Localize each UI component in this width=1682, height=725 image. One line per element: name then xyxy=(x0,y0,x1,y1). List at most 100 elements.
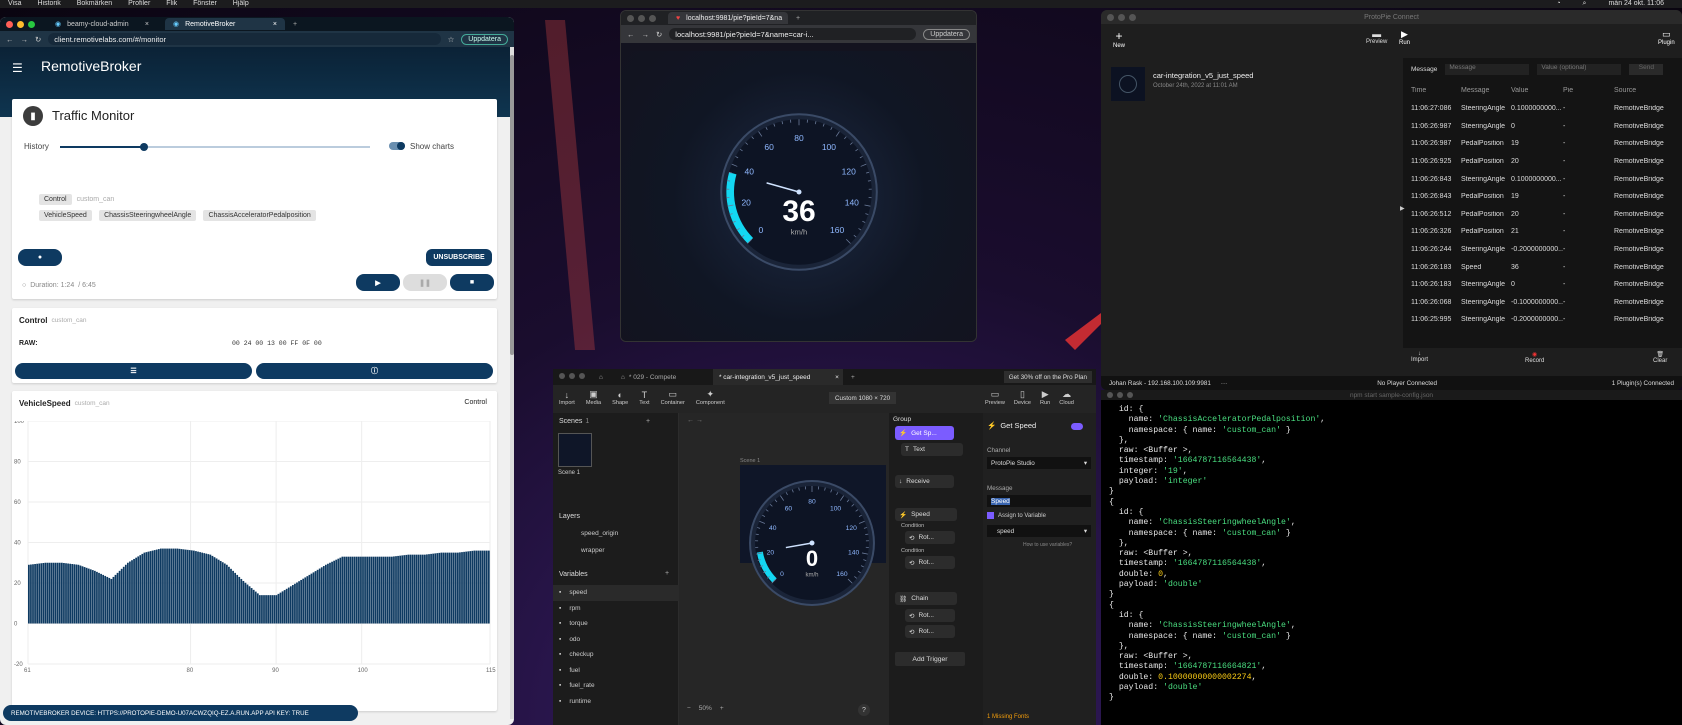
variable-runtime[interactable]: ▪ runtime xyxy=(553,694,679,710)
history-slider-knob[interactable] xyxy=(139,143,148,151)
menu-hjalp[interactable]: Hjälp xyxy=(233,0,249,7)
tool-preview[interactable]: ▭ Preview xyxy=(985,389,1005,406)
menu-flik[interactable]: Flik xyxy=(166,0,177,7)
canvas-size-select[interactable]: Custom 1080 × 720 xyxy=(829,392,897,404)
studio-tab-car-integration[interactable]: * car-integration_v5_just_speed × xyxy=(712,369,843,385)
menu-profiler[interactable]: Profiler xyxy=(128,0,150,7)
tool-media[interactable]: ▣ Media xyxy=(586,389,601,406)
tool-device[interactable]: ▯ Device xyxy=(1014,389,1031,406)
page-scrollbar[interactable] xyxy=(510,47,514,719)
assign-variable-row[interactable]: Assign to Variable xyxy=(987,512,1046,519)
clear-button[interactable]: 🗑 Clear xyxy=(1653,351,1667,364)
signal-chip[interactable]: ChassisAcceleratorPedalposition xyxy=(203,210,316,221)
add-scene-icon[interactable]: + xyxy=(646,418,650,425)
collapse-arrow-icon[interactable]: ▶ xyxy=(1400,205,1405,212)
log-row[interactable]: 11:06:26:326 PedalPosition 21 - RemotiveBrid… xyxy=(1411,223,1674,241)
plugin-button[interactable]: ▭ Plugin xyxy=(1658,29,1675,46)
log-row[interactable]: 11:06:26:512 PedalPosition 20 - RemotiveBrid… xyxy=(1411,206,1674,224)
send-button[interactable]: Send xyxy=(1629,64,1664,75)
log-row[interactable]: 11:06:26:925 PedalPosition 20 - RemotiveBrid… xyxy=(1411,153,1674,171)
response-rotate[interactable]: ⟲ Rot... xyxy=(905,625,955,638)
new-tab-button[interactable]: + xyxy=(796,15,800,22)
log-row[interactable]: 11:06:26:068 SteeringAngle -0.1000000000..… xyxy=(1411,294,1674,312)
new-tab-button[interactable]: + xyxy=(293,21,297,28)
preview-button[interactable]: ▬ Preview xyxy=(1366,29,1387,45)
home-icon[interactable]: ⌂ xyxy=(599,374,603,381)
variable-rpm[interactable]: ▪ rpm xyxy=(553,601,679,617)
trigger-receive[interactable]: ↓ Receive xyxy=(895,475,954,488)
log-row[interactable]: 11:06:26:987 SteeringAngle 0 - RemotiveBridg… xyxy=(1411,118,1674,136)
tool-import[interactable]: ↓ Import xyxy=(559,390,575,406)
pie-item[interactable]: car-integration_v5_just_speed October 24… xyxy=(1109,65,1374,105)
layer-wrapper[interactable]: wrapper xyxy=(581,547,604,554)
log-row[interactable]: 11:06:25:995 SteeringAngle -0.2000000000..… xyxy=(1411,311,1674,329)
reload-icon[interactable]: ↻ xyxy=(35,35,41,44)
trigger-get-speed[interactable]: ⚡ Get Sp... xyxy=(895,426,954,440)
variable-torque[interactable]: ▪ torque xyxy=(553,616,679,632)
value-input[interactable]: Value (optional) xyxy=(1537,64,1622,75)
lightbulb-button[interactable]: ● xyxy=(18,249,62,266)
log-row[interactable]: 11:06:26:843 SteeringAngle 0.1000000000...… xyxy=(1411,170,1674,188)
log-row[interactable]: 11:06:26:843 PedalPosition 19 - RemotiveBrid… xyxy=(1411,188,1674,206)
scene-thumbnail[interactable] xyxy=(558,433,592,467)
variable-fuel[interactable]: ▪ fuel xyxy=(553,663,679,679)
variable-fuel_rate[interactable]: ▪ fuel_rate xyxy=(553,678,679,694)
variable-checkup[interactable]: ▪ checkup xyxy=(553,647,679,663)
checkbox-checked-icon[interactable] xyxy=(987,512,994,519)
player-update-button[interactable]: Uppdatera xyxy=(923,28,970,40)
new-button[interactable]: + New xyxy=(1113,29,1125,49)
wifi-icon[interactable]: ◔ xyxy=(1556,0,1560,8)
back-icon[interactable]: ← xyxy=(627,30,635,39)
variable-odo[interactable]: ▪ odo xyxy=(553,632,679,648)
message-input[interactable]: Message xyxy=(1445,64,1530,75)
namespace-chip[interactable]: Control xyxy=(39,194,72,205)
help-icon[interactable]: ? xyxy=(858,704,870,716)
menubar-clock[interactable]: mån 24 okt. 11:06 xyxy=(1608,0,1664,8)
tab-beamy-cloud-admin[interactable]: ◉ beamy-cloud-admin × xyxy=(47,18,157,30)
variables-help-link[interactable]: How to use variables? xyxy=(1023,542,1072,548)
star-icon[interactable]: ☆ xyxy=(448,35,455,44)
studio-new-tab[interactable]: + xyxy=(851,374,855,381)
layer-speed-origin[interactable]: speed_origin xyxy=(581,530,618,537)
channel-select[interactable]: ProtoPie Studio ▾ xyxy=(987,457,1091,469)
play-button[interactable]: ▶ xyxy=(356,274,400,291)
menu-bokmarken[interactable]: Bokmärken xyxy=(77,0,112,7)
variable-select[interactable]: speed ▾ xyxy=(987,525,1091,537)
forward-icon[interactable]: → xyxy=(642,30,650,39)
log-row[interactable]: 11:06:27:086 SteeringAngle 0.1000000000...… xyxy=(1411,100,1674,118)
studio-tab-compete[interactable]: ⌂ * 029 - Compete xyxy=(615,369,707,385)
response-rotate[interactable]: ⟲ Rot... xyxy=(905,609,955,622)
promo-banner[interactable]: Get 30% off on the Pro Plan xyxy=(1003,371,1092,383)
zoom-control[interactable]: −50% + xyxy=(687,705,724,712)
log-row[interactable]: 11:06:26:987 PedalPosition 19 - RemotiveBrid… xyxy=(1411,135,1674,153)
menu-historik[interactable]: Historik xyxy=(37,0,60,7)
tool-run[interactable]: ▶ Run xyxy=(1040,389,1050,406)
unsubscribe-button[interactable]: UNSUBSCRIBE xyxy=(426,249,492,266)
stop-button[interactable]: ■ xyxy=(450,274,494,291)
response-rotate[interactable]: ⟲ Rot... xyxy=(905,531,955,544)
back-icon[interactable]: ← xyxy=(6,35,14,44)
canvas-nav-arrows[interactable]: ← → xyxy=(687,417,703,424)
signal-chip[interactable]: ChassisSteeringwheelAngle xyxy=(99,210,197,221)
response-text[interactable]: T Text xyxy=(901,443,963,456)
more-icon[interactable]: ··· xyxy=(1221,380,1227,387)
update-button[interactable]: Uppdatera xyxy=(461,33,508,45)
trigger-speed[interactable]: ⚡ Speed xyxy=(895,508,957,521)
signal-chip[interactable]: VehicleSpeed xyxy=(39,210,92,221)
reload-icon[interactable]: ↻ xyxy=(656,30,662,39)
tool-text[interactable]: T Text xyxy=(639,390,649,406)
menu-visa[interactable]: Visa xyxy=(8,0,22,7)
info-button[interactable]: ⓘ xyxy=(256,363,493,379)
log-row[interactable]: 11:06:26:183 SteeringAngle 0 - RemotiveBridg… xyxy=(1411,276,1674,294)
tool-cloud[interactable]: ☁ Cloud xyxy=(1059,389,1074,406)
log-row[interactable]: 11:06:26:244 SteeringAngle -0.2000000000..… xyxy=(1411,241,1674,259)
trigger-chain[interactable]: ⛓ Chain xyxy=(895,592,957,605)
forward-icon[interactable]: → xyxy=(21,35,29,44)
log-row[interactable]: 11:06:26:183 Speed 36 - RemotiveBridge xyxy=(1411,258,1674,276)
url-bar[interactable]: client.remotivelabs.com/#/monitor xyxy=(48,33,441,45)
pause-button[interactable]: ❚❚ xyxy=(403,274,447,291)
menu-icon[interactable]: ☰ xyxy=(12,61,23,75)
tool-component[interactable]: ✦ Component xyxy=(696,389,725,406)
table-view-button[interactable]: ☰ xyxy=(15,363,252,379)
search-icon[interactable]: ⌕ xyxy=(1583,0,1587,8)
